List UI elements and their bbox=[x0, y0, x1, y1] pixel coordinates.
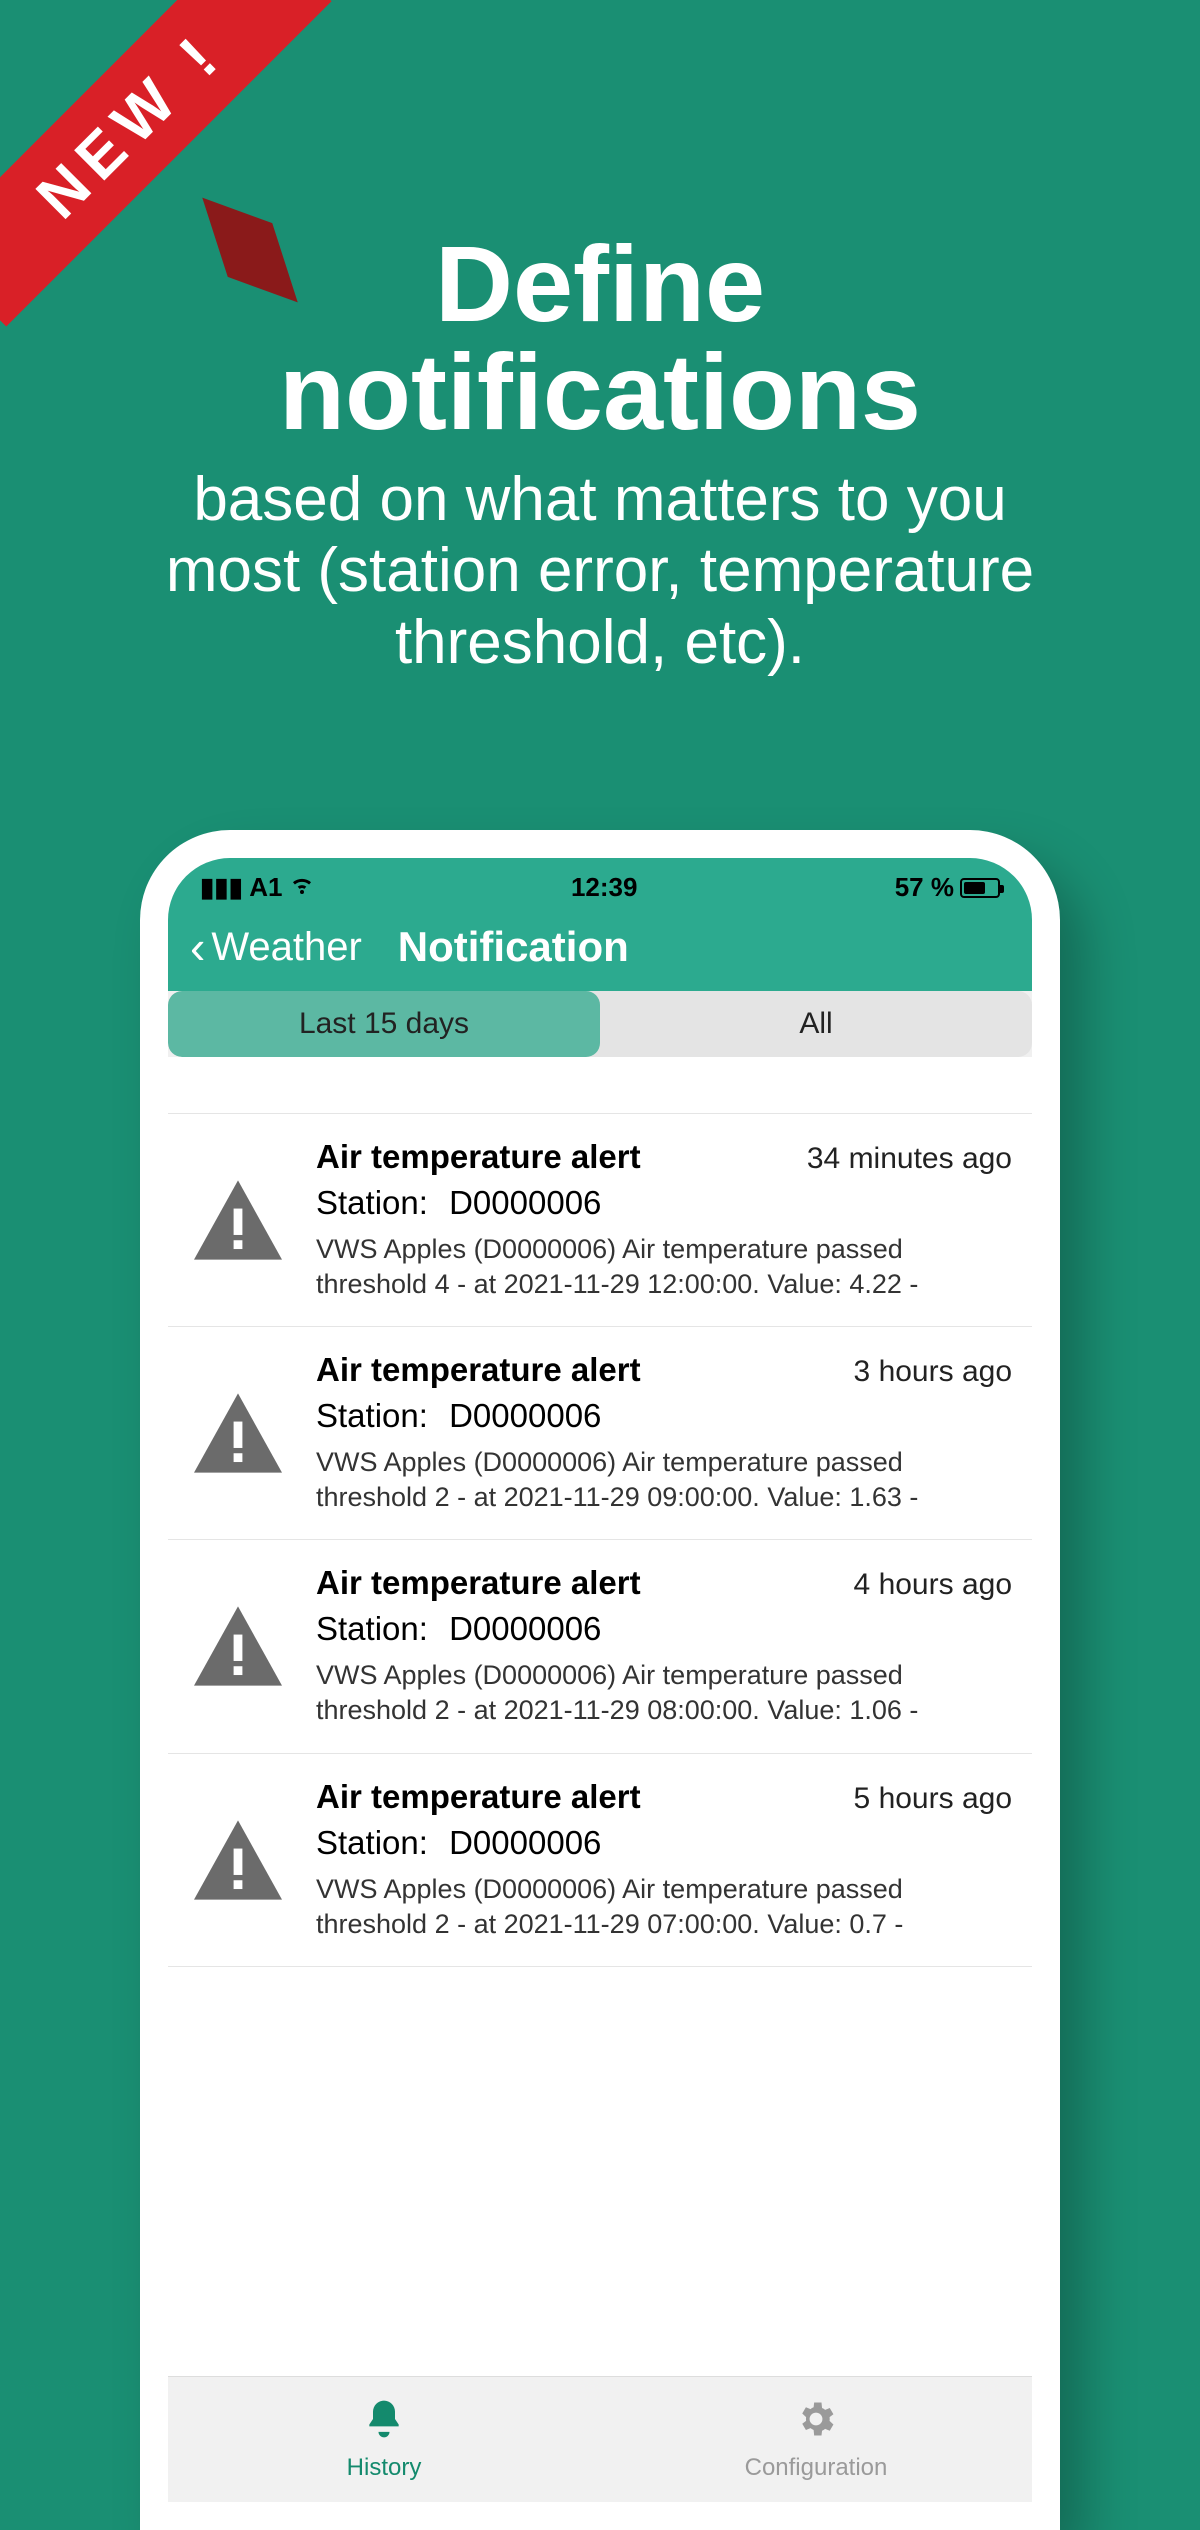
phone-screen: ▮▮▮ A1 12:39 57 % ‹ Weather Notificati bbox=[168, 858, 1032, 2502]
notification-time: 34 minutes ago bbox=[807, 1142, 1012, 1176]
notification-list[interactable]: Air temperature alert 34 minutes ago Stati… bbox=[168, 1057, 1032, 1967]
notification-title: Air temperature alert bbox=[316, 1138, 641, 1176]
notification-row[interactable]: Air temperature alert 5 hours ago Station:… bbox=[168, 1754, 1032, 1967]
headline-title: Define notifications bbox=[120, 230, 1080, 446]
battery-pct-label: 57 % bbox=[895, 872, 954, 903]
notification-description: VWS Apples (D0000006) Air temperature pa… bbox=[316, 1445, 1012, 1515]
warning-icon bbox=[178, 1180, 298, 1260]
warning-icon bbox=[178, 1820, 298, 1900]
notification-time: 5 hours ago bbox=[854, 1782, 1012, 1816]
notification-time: 4 hours ago bbox=[854, 1568, 1012, 1602]
notification-description: VWS Apples (D0000006) Air temperature pa… bbox=[316, 1232, 1012, 1302]
back-button[interactable]: ‹ Weather bbox=[190, 925, 362, 970]
notification-station: Station: D0000006 bbox=[316, 1610, 1012, 1648]
notification-title: Air temperature alert bbox=[316, 1778, 641, 1816]
tab-configuration[interactable]: Configuration bbox=[600, 2377, 1032, 2502]
notification-time: 3 hours ago bbox=[854, 1355, 1012, 1389]
notification-row[interactable]: Air temperature alert 3 hours ago Station:… bbox=[168, 1327, 1032, 1540]
notification-title: Air temperature alert bbox=[316, 1564, 641, 1602]
status-bar: ▮▮▮ A1 12:39 57 % bbox=[168, 858, 1032, 909]
notification-station: Station: D0000006 bbox=[316, 1824, 1012, 1862]
clock-label: 12:39 bbox=[571, 872, 638, 903]
gear-icon bbox=[794, 2397, 838, 2448]
tab-history-label: History bbox=[347, 2454, 422, 2482]
status-left: ▮▮▮ A1 bbox=[200, 872, 314, 903]
warning-icon bbox=[178, 1606, 298, 1686]
back-label: Weather bbox=[211, 925, 361, 970]
notification-row[interactable]: Air temperature alert 4 hours ago Station:… bbox=[168, 1540, 1032, 1753]
wifi-icon bbox=[290, 872, 314, 902]
signal-icon: ▮▮▮ bbox=[200, 872, 243, 902]
notification-station: Station: D0000006 bbox=[316, 1397, 1012, 1435]
notification-description: VWS Apples (D0000006) Air temperature pa… bbox=[316, 1658, 1012, 1728]
nav-bar: ‹ Weather Notification bbox=[168, 909, 1032, 991]
top-bar: ▮▮▮ A1 12:39 57 % ‹ Weather Notificati bbox=[168, 858, 1032, 991]
notification-row[interactable]: Air temperature alert 34 minutes ago Stati… bbox=[168, 1113, 1032, 1327]
tab-config-label: Configuration bbox=[745, 2454, 888, 2482]
warning-icon bbox=[178, 1393, 298, 1473]
chevron-left-icon: ‹ bbox=[190, 929, 205, 966]
page-title: Notification bbox=[398, 923, 629, 971]
tab-bar: History Configuration bbox=[168, 2376, 1032, 2502]
status-right: 57 % bbox=[895, 872, 1000, 903]
bell-icon bbox=[362, 2397, 406, 2448]
tab-history[interactable]: History bbox=[168, 2377, 600, 2502]
battery-icon bbox=[960, 878, 1000, 898]
phone-frame: ▮▮▮ A1 12:39 57 % ‹ Weather Notificati bbox=[140, 830, 1060, 2530]
segment-all[interactable]: All bbox=[600, 991, 1032, 1057]
marketing-headline: Define notifications based on what matte… bbox=[0, 230, 1200, 678]
segment-last-15-days[interactable]: Last 15 days bbox=[168, 991, 600, 1057]
carrier-label: A1 bbox=[249, 872, 282, 902]
notification-station: Station: D0000006 bbox=[316, 1184, 1012, 1222]
notification-description: VWS Apples (D0000006) Air temperature pa… bbox=[316, 1872, 1012, 1942]
segmented-control: Last 15 days All bbox=[168, 991, 1032, 1057]
headline-subtitle: based on what matters to you most (stati… bbox=[120, 464, 1080, 678]
notification-title: Air temperature alert bbox=[316, 1351, 641, 1389]
